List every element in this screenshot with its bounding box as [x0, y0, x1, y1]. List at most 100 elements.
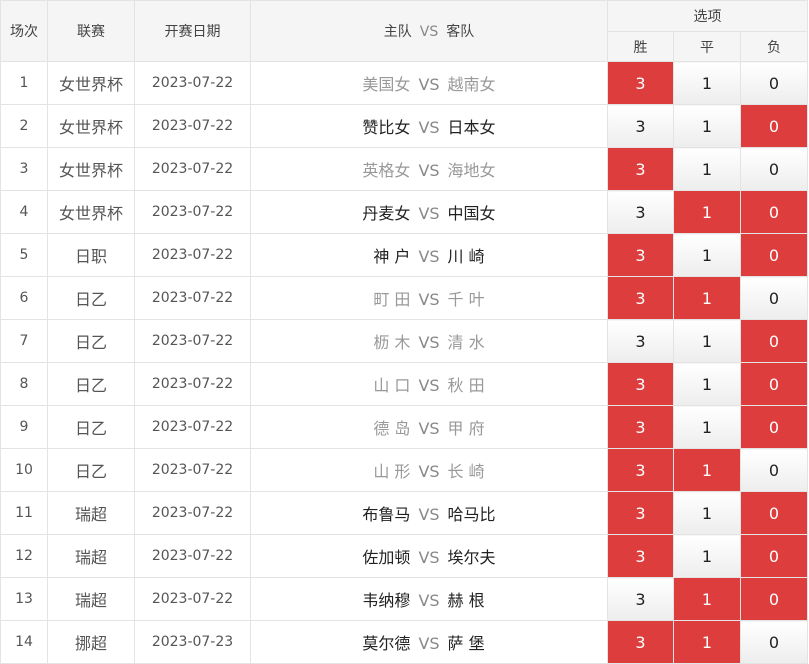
option-draw[interactable]: 1 — [673, 319, 741, 363]
table-row: 4 女世界杯 2023-07-22 丹麦女 VS 中国女 3 1 0 — [0, 190, 809, 234]
league-name: 日乙 — [47, 362, 135, 406]
option-win[interactable]: 3 — [607, 362, 674, 406]
header-vs: VS — [419, 24, 439, 40]
table-row: 10 日乙 2023-07-22 山 形 VS 长 崎310 — [0, 448, 809, 492]
match-date: 2023-07-22 — [134, 233, 251, 277]
option-draw[interactable]: 1 — [673, 362, 741, 406]
away-team: 赫 根 — [447, 591, 485, 610]
matchup: 莫尔德 VS 萨 堡 — [250, 620, 608, 664]
vs-label: VS — [418, 462, 440, 481]
match-date: 2023-07-22 — [134, 104, 251, 148]
option-win[interactable]: 3 — [607, 577, 674, 621]
match-rows: 1 女世界杯 2023-07-22 美国女 VS 越南女 3 1 0 2 女世界杯 2023-07-2… — [0, 61, 809, 664]
league-name: 女世界杯 — [47, 104, 135, 148]
header-win: 胜 — [607, 31, 674, 62]
home-team: 枥 木 — [373, 333, 411, 352]
option-lose[interactable]: 0 — [739, 104, 809, 148]
option-win[interactable]: 3 — [607, 147, 674, 191]
matchup: 佐加顿 VS 埃尔夫 — [250, 534, 608, 578]
table-row: 11 瑞超 2023-07-22 布鲁马 VS 哈马比 3 1 0 — [0, 491, 809, 535]
vs-label: VS — [418, 204, 440, 223]
option-win[interactable]: 3 — [607, 104, 674, 148]
option-win[interactable]: 3 — [607, 534, 674, 578]
vs-label: VS — [418, 290, 440, 309]
option-draw[interactable]: 1 — [673, 620, 741, 664]
option-draw[interactable]: 1 — [673, 276, 741, 320]
option-draw[interactable]: 1 — [673, 405, 741, 449]
table-row: 2 女世界杯 2023-07-22 赞比女 VS 日本女 3 1 0 — [0, 104, 809, 148]
option-lose[interactable]: 0 — [739, 61, 809, 105]
table-row: 8 日乙 2023-07-22 山 口 VS 秋 田 310 — [0, 362, 809, 406]
matchup: 丹麦女 VS 中国女 — [250, 190, 608, 234]
option-draw[interactable]: 1 — [673, 104, 741, 148]
option-draw[interactable]: 1 — [673, 491, 741, 535]
match-date: 2023-07-22 — [134, 362, 251, 406]
league-name: 挪超 — [47, 620, 135, 664]
option-lose[interactable]: 0 — [739, 233, 809, 277]
home-team: 英格女 — [362, 161, 411, 180]
header-away: 客队 — [446, 24, 475, 40]
option-draw[interactable]: 1 — [673, 147, 741, 191]
header-draw: 平 — [673, 31, 741, 62]
header-options: 选项 — [606, 0, 809, 32]
away-team: 秋 田 — [447, 376, 485, 395]
option-lose[interactable]: 0 — [739, 147, 809, 191]
option-win[interactable]: 3 — [607, 190, 674, 234]
vs-label: VS — [418, 247, 440, 266]
matchup: 美国女 VS 越南女 — [250, 61, 608, 105]
option-lose[interactable]: 0 — [739, 577, 809, 621]
league-name: 日职 — [47, 233, 135, 277]
option-lose[interactable]: 0 — [739, 319, 809, 363]
away-team: 清 水 — [447, 333, 485, 352]
option-draw[interactable]: 1 — [673, 190, 741, 234]
match-number: 5 — [0, 233, 48, 277]
option-lose[interactable]: 0 — [739, 362, 809, 406]
option-win[interactable]: 3 — [607, 319, 674, 363]
option-lose[interactable]: 0 — [739, 534, 809, 578]
league-name: 女世界杯 — [47, 147, 135, 191]
option-lose[interactable]: 0 — [739, 276, 809, 320]
option-win[interactable]: 3 — [607, 233, 674, 277]
away-team: 埃尔夫 — [447, 548, 496, 567]
option-lose[interactable]: 0 — [739, 405, 809, 449]
matchup: 赞比女 VS 日本女 — [250, 104, 608, 148]
match-date: 2023-07-22 — [134, 448, 251, 492]
match-date: 2023-07-22 — [134, 405, 251, 449]
league-name: 瑞超 — [47, 491, 135, 535]
match-date: 2023-07-22 — [134, 190, 251, 234]
option-lose[interactable]: 0 — [739, 620, 809, 664]
vs-label: VS — [418, 376, 440, 395]
match-number: 1 — [0, 61, 48, 105]
match-number: 2 — [0, 104, 48, 148]
option-draw[interactable]: 1 — [673, 61, 741, 105]
away-team: 长 崎 — [447, 462, 485, 481]
header-date: 开赛日期 — [134, 0, 251, 62]
away-team: 越南女 — [447, 75, 496, 94]
match-number: 3 — [0, 147, 48, 191]
option-lose[interactable]: 0 — [739, 190, 809, 234]
option-draw[interactable]: 1 — [673, 577, 741, 621]
option-lose[interactable]: 0 — [739, 448, 809, 492]
option-win[interactable]: 3 — [607, 448, 674, 492]
away-team: 萨 堡 — [447, 634, 485, 653]
table-row: 6 日乙 2023-07-22 町 田 VS 千 叶 310 — [0, 276, 809, 320]
option-win[interactable]: 3 — [607, 620, 674, 664]
vs-label: VS — [418, 419, 440, 438]
option-win[interactable]: 3 — [607, 491, 674, 535]
home-team: 美国女 — [362, 75, 411, 94]
league-name: 日乙 — [47, 448, 135, 492]
home-team: 布鲁马 — [362, 505, 411, 524]
match-number: 9 — [0, 405, 48, 449]
option-win[interactable]: 3 — [607, 405, 674, 449]
option-lose[interactable]: 0 — [739, 491, 809, 535]
option-draw[interactable]: 1 — [673, 233, 741, 277]
option-win[interactable]: 3 — [607, 61, 674, 105]
home-team: 丹麦女 — [362, 204, 411, 223]
option-win[interactable]: 3 — [607, 276, 674, 320]
option-draw[interactable]: 1 — [673, 448, 741, 492]
match-number: 4 — [0, 190, 48, 234]
option-draw[interactable]: 1 — [673, 534, 741, 578]
home-team: 山 口 — [373, 376, 411, 395]
matchup: 英格女 VS 海地女 — [250, 147, 608, 191]
home-team: 神 户 — [373, 247, 411, 266]
